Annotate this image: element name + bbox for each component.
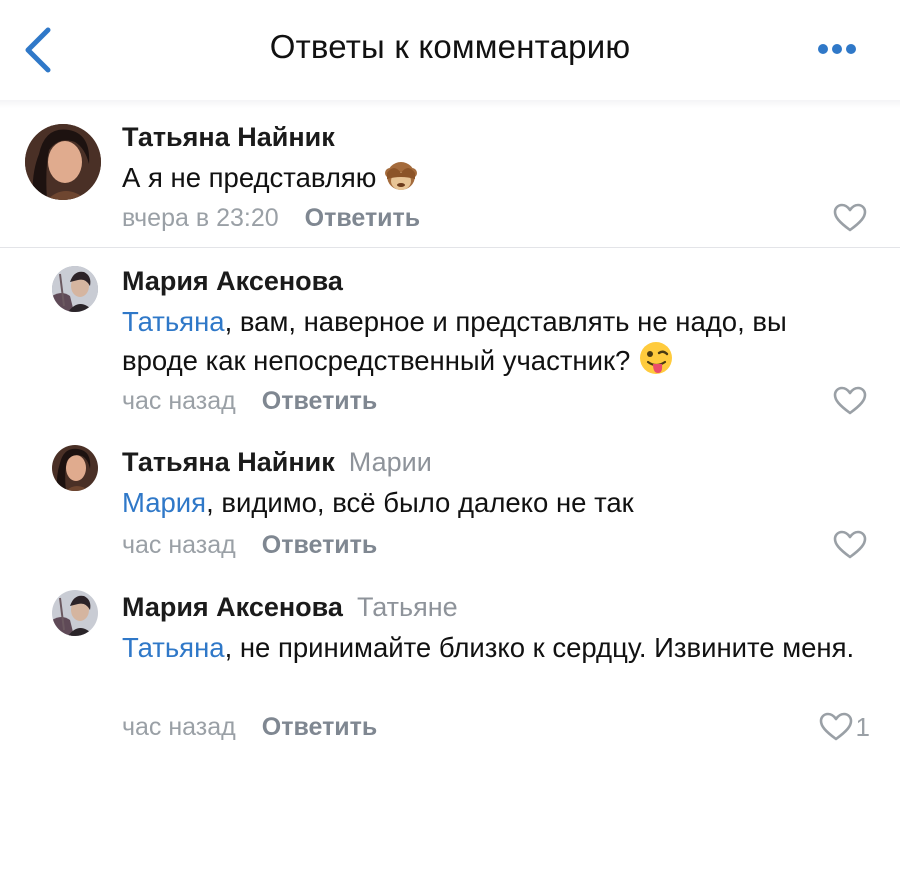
like-count: 1 — [855, 711, 870, 742]
heart-icon — [833, 530, 867, 559]
comment-meta: вчера в 23:20 Ответить — [122, 204, 420, 233]
avatar[interactable] — [25, 124, 101, 200]
mention-link[interactable]: Мария — [122, 487, 206, 518]
reply-comment: Татьяна Найник Марии Мария, видимо, всё б… — [0, 433, 900, 573]
reply-to-label[interactable]: Марии — [349, 447, 432, 477]
heart-icon — [819, 712, 852, 741]
winking-tongue-face-icon — [638, 340, 674, 385]
mention-link[interactable]: Татьяна — [122, 306, 225, 337]
see-no-evil-monkey-icon — [384, 159, 418, 202]
reply-comment: Мария Аксенова Татьяна, вам, наверное и … — [0, 248, 900, 428]
comment-meta: час назад Ответить — [122, 713, 377, 742]
comment-text: Мария, видимо, всё было далеко не так — [122, 487, 634, 518]
comment-time: вчера в 23:20 — [122, 204, 279, 232]
comment-author[interactable]: Мария Аксенова — [122, 266, 343, 297]
more-options-button[interactable] — [810, 32, 864, 66]
parent-comment: Татьяна Найник А я не представляю вчера … — [0, 108, 900, 248]
like-button[interactable] — [833, 527, 870, 563]
comment-meta: час назад Ответить — [122, 531, 377, 560]
comment-text: А я не представляю — [122, 159, 867, 202]
reply-button[interactable]: Ответить — [262, 387, 378, 415]
avatar[interactable] — [52, 445, 98, 491]
comment-author[interactable]: Мария Аксенова Татьяне — [122, 592, 458, 623]
page-title: Ответы к комментарию — [269, 28, 631, 65]
reply-button[interactable]: Ответить — [262, 713, 378, 741]
reply-comment: Мария Аксенова Татьяне Татьяна, не приним… — [0, 578, 900, 758]
heart-icon — [833, 386, 867, 415]
comment-time: час назад — [122, 387, 236, 415]
comment-time: час назад — [122, 713, 236, 741]
reply-to-label[interactable]: Татьяне — [357, 592, 458, 622]
more-horizontal-icon — [818, 44, 856, 54]
heart-icon — [833, 203, 867, 232]
reply-button[interactable]: Ответить — [305, 204, 421, 232]
comment-meta: час назад Ответить — [122, 387, 377, 416]
like-button[interactable] — [833, 200, 870, 236]
navigation-bar: Ответы к комментарию — [0, 0, 900, 100]
comment-text: Татьяна, не принимайте близко к сердцу. … — [122, 632, 855, 663]
like-button[interactable] — [833, 383, 870, 419]
comment-text: Татьяна, вам, наверное и представлять не… — [122, 303, 867, 385]
reply-button[interactable]: Ответить — [262, 531, 378, 559]
comment-author[interactable]: Татьяна Найник Марии — [122, 447, 432, 478]
avatar[interactable] — [52, 266, 98, 312]
like-button[interactable]: 1 — [819, 709, 870, 745]
comment-author[interactable]: Татьяна Найник — [122, 122, 335, 153]
avatar[interactable] — [52, 590, 98, 636]
mention-link[interactable]: Татьяна — [122, 632, 225, 663]
header-shadow — [0, 100, 900, 108]
comment-time: час назад — [122, 531, 236, 559]
